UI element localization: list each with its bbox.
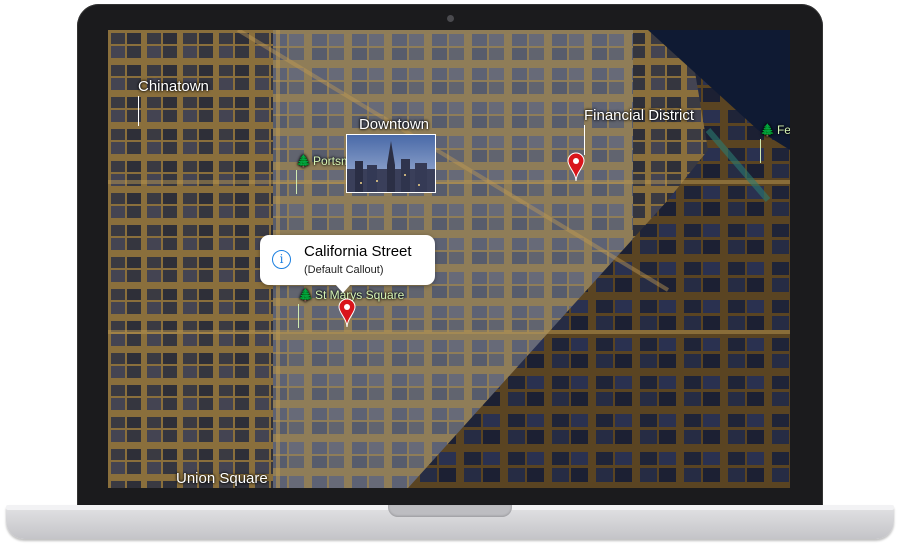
leader-line — [584, 125, 585, 155]
park-name: Fer — [776, 123, 790, 137]
callout-title: California Street — [304, 243, 412, 260]
leader-line — [296, 170, 297, 194]
park-label-ferry: 🌲Fer — [760, 123, 790, 137]
leader-line — [138, 96, 139, 126]
park-name: St Marys Square — [314, 288, 405, 302]
california-street-callout[interactable]: i California Street (Default Callout) — [260, 235, 435, 293]
tree-icon: 🌲 — [296, 154, 311, 168]
map-pin-icon[interactable] — [567, 152, 585, 182]
tree-icon: 🌲 — [760, 123, 775, 137]
laptop-notch — [388, 505, 512, 517]
park-label-portsmouth: 🌲 Portsm — [296, 154, 351, 168]
satellite-map-imagery — [108, 30, 790, 488]
thumbnail-title-downtown: Downtown — [358, 116, 430, 133]
map-view[interactable]: Chinatown Financial District Union Squar… — [108, 30, 790, 488]
leader-line — [760, 139, 761, 163]
info-icon[interactable]: i — [272, 250, 291, 269]
map-pin-icon[interactable] — [338, 298, 356, 328]
leader-line — [298, 304, 299, 328]
district-label-chinatown: Chinatown — [138, 78, 209, 95]
city-skyline-photo — [347, 135, 435, 192]
tree-icon: 🌲 — [298, 288, 313, 302]
callout-subtitle: (Default Callout) — [304, 264, 384, 276]
camera-dot — [447, 15, 454, 22]
downtown-thumbnail-image[interactable] — [346, 134, 436, 193]
district-label-financial-district: Financial District — [584, 107, 695, 124]
district-label-union-square: Union Square — [176, 470, 268, 487]
